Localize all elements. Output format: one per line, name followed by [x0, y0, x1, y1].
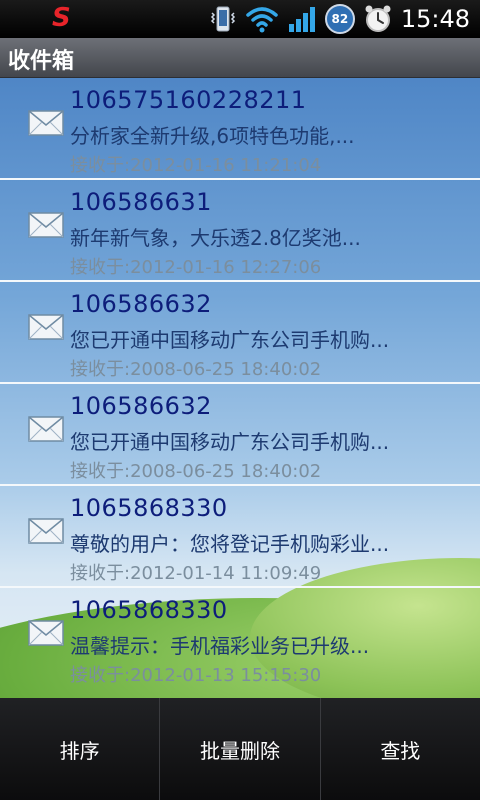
message-sender: 1065868330	[70, 596, 228, 624]
title-bar: 收件箱	[0, 38, 480, 78]
status-clock: 15:48	[400, 5, 470, 33]
status-icons: 82 15:48	[209, 0, 480, 38]
phone-vibrate-icon	[210, 6, 235, 32]
inbox-content[interactable]: 106575160228211 分析家全新升级,6项特色功能,... 接收于:2…	[0, 78, 480, 698]
message-sender: 106586632	[70, 290, 212, 318]
message-preview: 分析家全新升级,6项特色功能,...	[70, 124, 355, 148]
message-sender: 1065868330	[70, 494, 228, 522]
signal-strength-icon	[288, 7, 315, 32]
battery-indicator: 82	[324, 4, 355, 34]
status-bar: S 82 15:48	[0, 0, 480, 38]
message-preview: 您已开通中国移动广东公司手机购...	[70, 430, 390, 454]
options-menu: 排序 批量删除 查找	[0, 698, 480, 800]
envelope-icon	[28, 212, 64, 238]
message-item[interactable]: 1065868330 尊敬的用户：您将登记手机购彩业... 接收于:2012-0…	[0, 486, 480, 588]
message-received-time: 接收于:2012-01-16 12:27:06	[70, 257, 322, 278]
envelope-icon	[28, 110, 64, 136]
message-received-time: 接收于:2012-01-14 11:09:49	[70, 563, 322, 584]
envelope-icon	[28, 518, 64, 544]
envelope-icon	[28, 416, 64, 442]
alarm-clock-icon	[365, 5, 391, 32]
message-received-time: 接收于:2008-06-25 18:40:02	[70, 461, 322, 482]
wifi-icon	[246, 7, 278, 33]
message-sender: 106586632	[70, 392, 212, 420]
message-sender: 106575160228211	[70, 86, 307, 114]
envelope-icon	[28, 620, 64, 646]
search-button[interactable]: 查找	[321, 698, 480, 800]
page-title: 收件箱	[8, 49, 75, 74]
batch-delete-button[interactable]: 批量删除	[160, 698, 321, 800]
message-item[interactable]: 106586632 您已开通中国移动广东公司手机购... 接收于:2008-06…	[0, 282, 480, 384]
message-preview: 您已开通中国移动广东公司手机购...	[70, 328, 390, 352]
message-received-time: 接收于:2008-06-25 18:40:02	[70, 359, 322, 380]
app-notification-icon: S	[52, 3, 71, 33]
message-item[interactable]: 106586631 新年新气象，大乐透2.8亿奖池... 接收于:2012-01…	[0, 180, 480, 282]
message-item[interactable]: 106586632 您已开通中国移动广东公司手机购... 接收于:2008-06…	[0, 384, 480, 486]
message-sender: 106586631	[70, 188, 212, 216]
envelope-icon	[28, 314, 64, 340]
message-item[interactable]: 1065868330 温馨提示：手机福彩业务已升级... 接收于:2012-01…	[0, 588, 480, 690]
message-list[interactable]: 106575160228211 分析家全新升级,6项特色功能,... 接收于:2…	[0, 78, 480, 690]
message-item[interactable]: 106575160228211 分析家全新升级,6项特色功能,... 接收于:2…	[0, 78, 480, 180]
message-preview: 尊敬的用户：您将登记手机购彩业...	[70, 532, 390, 556]
message-received-time: 接收于:2012-01-13 15:15:30	[70, 665, 322, 686]
message-received-time: 接收于:2012-01-16 11:21:04	[70, 155, 322, 176]
message-preview: 新年新气象，大乐透2.8亿奖池...	[70, 226, 361, 250]
sort-button[interactable]: 排序	[0, 698, 161, 800]
message-preview: 温馨提示：手机福彩业务已升级...	[70, 634, 370, 658]
